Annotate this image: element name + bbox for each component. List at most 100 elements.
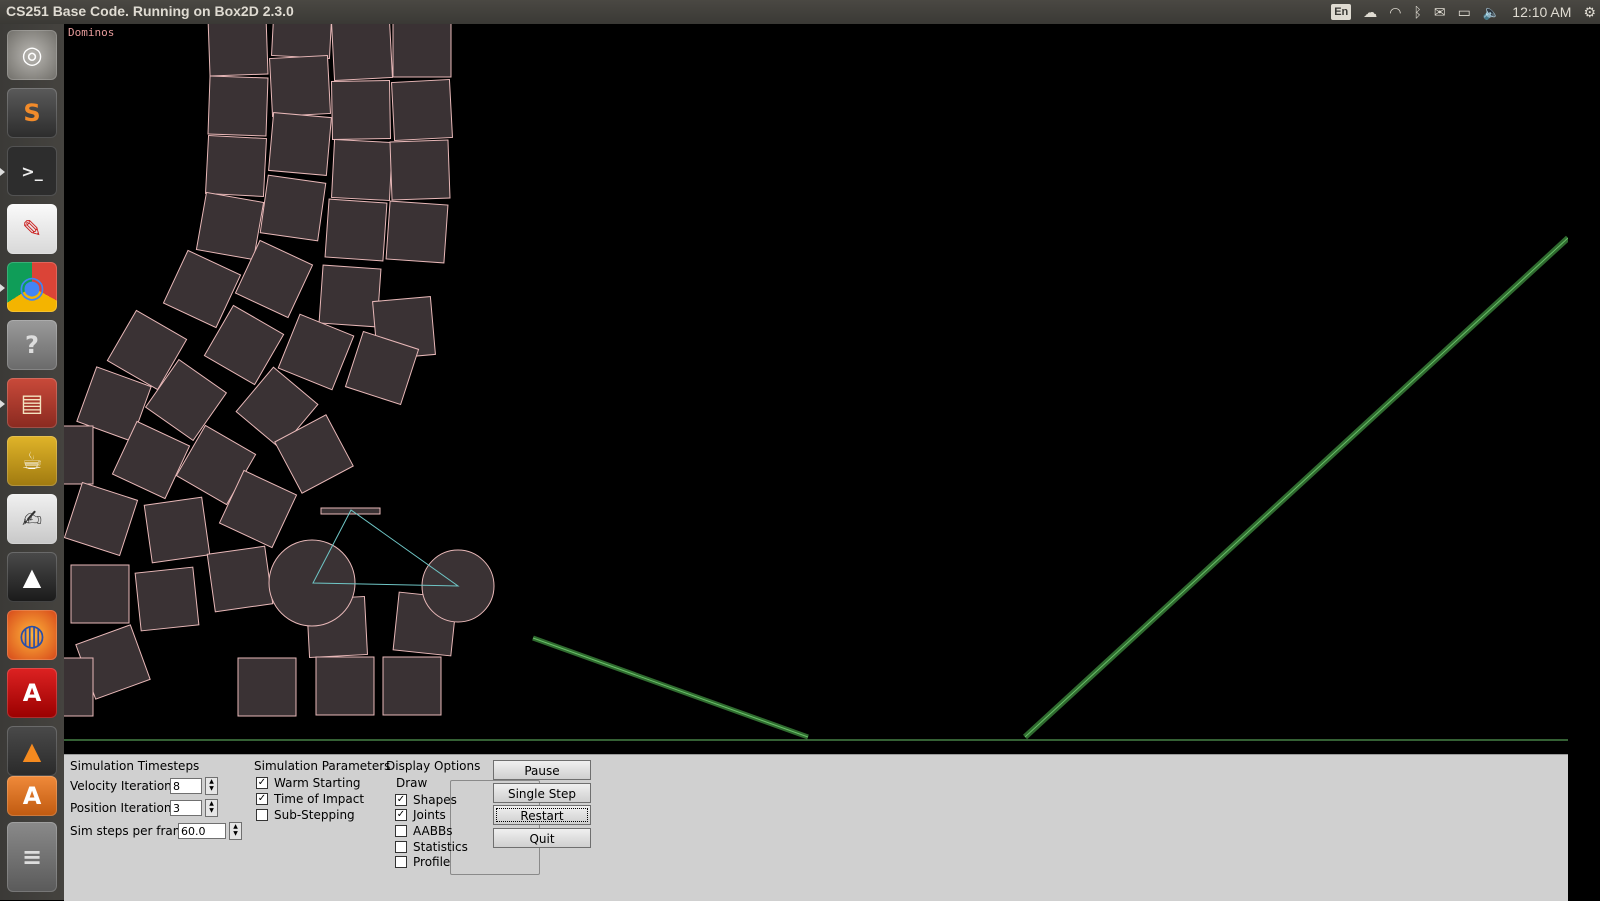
velocity-iterations-spinner[interactable]: ▲▼ (170, 777, 218, 795)
mail-icon[interactable]: ✉ (1434, 0, 1446, 24)
position-iterations-label: Position Iterations (70, 801, 178, 815)
keyboard-language-indicator[interactable]: En (1331, 4, 1352, 20)
window-title: CS251 Base Code. Running on Box2D 2.3.0 (6, 3, 294, 19)
checked-icon: ✓ (256, 793, 268, 805)
domino-box (237, 657, 297, 717)
domino-box (63, 481, 139, 557)
domino-box (206, 545, 274, 613)
unchecked-icon (256, 809, 268, 821)
velocity-iterations-input[interactable] (170, 778, 202, 794)
position-iterations-spinner[interactable]: ▲▼ (170, 799, 218, 817)
domino-box (259, 174, 327, 242)
help-icon[interactable]: ? (7, 320, 57, 370)
archive-manager-icon[interactable]: ▤ (7, 378, 57, 428)
domino-box (143, 496, 211, 564)
domino-box (330, 138, 394, 202)
checked-icon: ✓ (395, 794, 407, 806)
domino-box (330, 18, 394, 82)
position-iterations-input[interactable] (170, 800, 202, 816)
domino-box (70, 564, 130, 624)
domino-box (268, 112, 332, 176)
profile-checkbox[interactable]: Profile (395, 855, 450, 869)
acrobat-reader-icon[interactable]: A (7, 668, 57, 718)
domino-box (34, 657, 94, 717)
cloud-icon[interactable]: ☁ (1363, 0, 1377, 24)
spinner-arrows-icon[interactable]: ▲ ▼ (229, 822, 242, 840)
battery-icon[interactable]: ▭ (1458, 0, 1471, 24)
vlc-icon[interactable]: ▲ (7, 726, 57, 776)
control-panel: Simulation Timesteps Velocity Iterations… (64, 754, 1568, 901)
running-indicator (0, 284, 5, 292)
checked-icon: ✓ (256, 777, 268, 789)
velocity-iterations-label: Velocity Iterations (70, 779, 179, 793)
draw-group-label: Draw (394, 776, 430, 790)
simulation-viewport[interactable] (34, 0, 1571, 754)
domino-box (385, 200, 449, 264)
unchecked-icon (395, 856, 407, 868)
domino-box (318, 264, 382, 328)
domino-box (315, 656, 375, 716)
ubuntu-dash-icon[interactable]: ◎ (7, 30, 57, 80)
domino-box (204, 134, 268, 198)
timesteps-heading: Simulation Timesteps (70, 759, 200, 773)
terminal-icon[interactable]: >_ (7, 146, 57, 196)
domino-box (134, 566, 200, 632)
running-indicator (0, 168, 5, 176)
gear-icon[interactable]: ⚙ (1583, 0, 1596, 24)
quit-button[interactable]: Quit (493, 828, 591, 848)
ramp-left-edge (532, 637, 809, 738)
domino-box (34, 425, 94, 485)
spinner-arrows-icon[interactable]: ▲ ▼ (205, 777, 218, 795)
joints-checkbox[interactable]: ✓ Joints (395, 808, 446, 822)
checked-icon: ✓ (395, 809, 407, 821)
chrome-icon[interactable]: ◉ (7, 262, 57, 312)
sub-stepping-checkbox[interactable]: Sub-Stepping (256, 808, 355, 822)
aabbs-checkbox[interactable]: AABBs (395, 824, 452, 838)
domino-box (392, 18, 452, 78)
firefox-icon[interactable]: ◍ (7, 610, 57, 660)
ramp-right-edge (1024, 237, 1569, 738)
time-of-impact-checkbox[interactable]: ✓ Time of Impact (256, 792, 364, 806)
workspaces-icon[interactable]: ≡ (7, 822, 57, 892)
document-viewer-icon[interactable]: ✎ (7, 204, 57, 254)
warm-starting-checkbox[interactable]: ✓ Warm Starting (256, 776, 361, 790)
pause-button[interactable]: Pause (493, 760, 591, 780)
domino-box (207, 15, 269, 77)
system-tray: En ☁ ◠ ᛒ ✉ ▭ 🔈 12:10 AM ⚙ (1331, 0, 1596, 24)
sublime-text-icon[interactable]: S (7, 88, 57, 138)
clock[interactable]: 12:10 AM (1512, 0, 1571, 24)
statistics-checkbox[interactable]: Statistics (395, 840, 468, 854)
display-options-heading: Display Options (386, 759, 481, 773)
sim-steps-input[interactable] (178, 823, 226, 839)
unchecked-icon (395, 841, 407, 853)
running-indicator (0, 400, 5, 408)
domino-box (277, 313, 355, 391)
domino-box (330, 79, 392, 141)
inkscape-icon[interactable]: ▲ (7, 552, 57, 602)
domino-box (324, 198, 388, 262)
cart-assembly (268, 507, 495, 627)
spinner-arrows-icon[interactable]: ▲ ▼ (205, 799, 218, 817)
domino-bodies (34, 0, 458, 717)
domino-box (270, 0, 334, 60)
domino-box (390, 78, 454, 142)
launcher-sidebar: ◎ S >_ ✎ ◉ ? ▤ ☕ ✍ ▲ ◍ A ▲ A ≡ (0, 24, 65, 900)
bluetooth-icon[interactable]: ᛒ (1413, 0, 1421, 24)
domino-box (389, 139, 451, 201)
wheel-left (268, 539, 356, 627)
domino-box (207, 75, 269, 137)
domino-box (195, 191, 265, 261)
physics-scene (34, 0, 1571, 741)
parameters-heading: Simulation Parameters (254, 759, 391, 773)
scene-label: Dominos (68, 26, 115, 39)
teapot-app-icon[interactable]: ☕ (7, 436, 57, 486)
sim-steps-spinner[interactable]: ▲▼ (178, 822, 242, 840)
restart-button[interactable]: Restart (493, 805, 591, 825)
wifi-icon[interactable]: ◠ (1389, 0, 1401, 24)
right-edge (1568, 24, 1600, 900)
single-step-button[interactable]: Single Step (493, 783, 591, 803)
software-center-icon[interactable]: A (7, 776, 57, 816)
volume-icon[interactable]: 🔈 (1483, 0, 1500, 24)
text-editor-icon[interactable]: ✍ (7, 494, 57, 544)
shapes-checkbox[interactable]: ✓ Shapes (395, 793, 457, 807)
